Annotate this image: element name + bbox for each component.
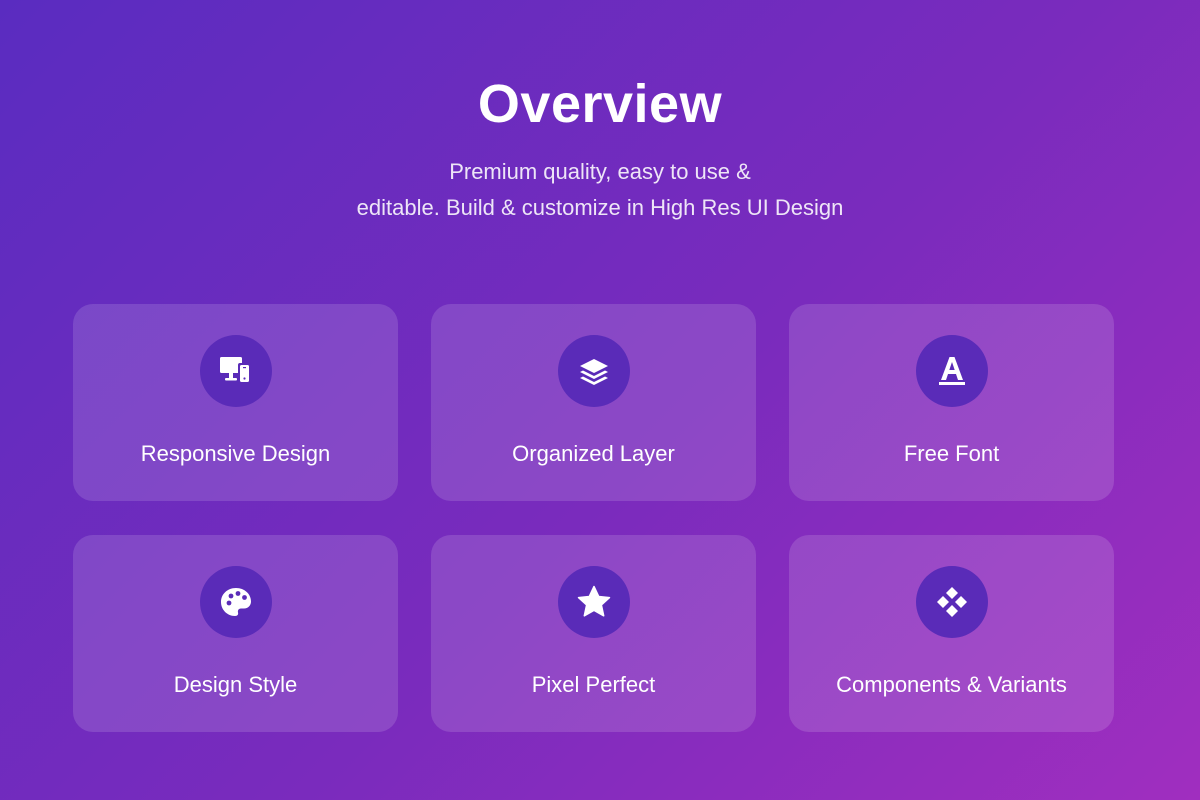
font-icon: [915, 335, 988, 407]
components-icon: [915, 566, 988, 638]
page-subtitle: Premium quality, easy to use & editable.…: [0, 154, 1200, 226]
star-icon: [557, 566, 630, 638]
page-title: Overview: [477, 74, 723, 134]
feature-label: Responsive Design: [140, 441, 331, 466]
feature-grid: Responsive Design Organized Layer Free F…: [73, 304, 1114, 732]
feature-label: Design Style: [173, 672, 298, 697]
palette-icon: [199, 566, 272, 638]
subtitle-line-1: Premium quality, easy to use &: [449, 159, 751, 184]
feature-card-design-style: Design Style: [73, 535, 398, 732]
feature-label: Organized Layer: [512, 441, 675, 466]
feature-label: Free Font: [903, 441, 1000, 466]
devices-icon: [199, 335, 272, 407]
overview-page: Overview Premium quality, easy to use & …: [0, 0, 1200, 800]
feature-label: Components & Variants: [836, 672, 1067, 697]
feature-card-pixel-perfect: Pixel Perfect: [431, 535, 756, 732]
feature-card-responsive-design: Responsive Design: [73, 304, 398, 501]
feature-card-organized-layer: Organized Layer: [431, 304, 756, 501]
layers-icon: [557, 335, 630, 407]
feature-label: Pixel Perfect: [531, 672, 656, 697]
feature-card-components-variants: Components & Variants: [789, 535, 1114, 732]
feature-card-free-font: Free Font: [789, 304, 1114, 501]
subtitle-line-2: editable. Build & customize in High Res …: [356, 195, 844, 220]
